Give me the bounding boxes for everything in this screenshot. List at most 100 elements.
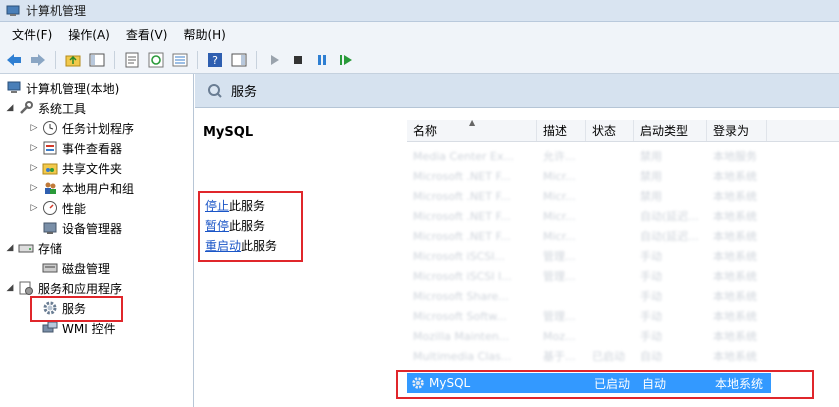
services-apps-icon xyxy=(18,280,34,296)
collapsed-arrow-icon[interactable]: ▷ xyxy=(28,203,40,213)
properties-button[interactable] xyxy=(122,50,142,70)
console-tree-icon xyxy=(89,53,105,66)
collapsed-arrow-icon[interactable]: ▷ xyxy=(28,123,40,133)
column-label: 登录为 xyxy=(713,124,750,138)
table-row[interactable]: Multimedia Clas... 基于... 已启动 自动 本地系统 xyxy=(407,346,839,366)
back-button[interactable] xyxy=(4,50,24,70)
column-label: 描述 xyxy=(543,124,568,138)
menu-help[interactable]: 帮助(H) xyxy=(175,24,233,45)
stop-service-link[interactable]: 停止 xyxy=(205,199,229,213)
restart-service-button[interactable] xyxy=(336,50,356,70)
up-level-button[interactable] xyxy=(63,50,83,70)
restart-icon xyxy=(340,54,352,65)
action-suffix: 此服务 xyxy=(229,219,266,233)
shared-folder-icon xyxy=(42,160,58,176)
table-row[interactable]: Microsoft .NET F... Micr... 禁用 本地系统 xyxy=(407,166,839,186)
column-header-logon[interactable]: 登录为 xyxy=(707,120,767,141)
show-action-pane-button[interactable] xyxy=(229,50,249,70)
tree-item-label: 磁盘管理 xyxy=(62,261,111,276)
restart-service-link[interactable]: 重启动 xyxy=(205,239,241,253)
performance-gauge-icon xyxy=(42,200,58,216)
stop-service-action: 停止此服务 xyxy=(205,197,265,214)
pause-service-button[interactable] xyxy=(312,50,332,70)
refresh-button[interactable] xyxy=(146,50,166,70)
table-row[interactable]: Media Center Ex... 允许... 禁用 本地服务 xyxy=(407,146,839,166)
tree-item-label: 设备管理器 xyxy=(62,221,123,236)
action-pane-icon xyxy=(231,53,247,66)
cell-desc: Micr... xyxy=(543,209,576,223)
mysql-row-highlight-box xyxy=(396,370,814,399)
forward-button[interactable] xyxy=(28,50,48,70)
column-header-description[interactable]: 描述 xyxy=(537,120,586,141)
collapsed-arrow-icon[interactable]: ▷ xyxy=(28,163,40,173)
tree-root[interactable]: 计算机管理(本地) xyxy=(0,78,193,98)
cell-logon: 本地系统 xyxy=(713,310,757,323)
cell-type: 自动 xyxy=(640,350,662,363)
cell-type: 手动 xyxy=(640,270,662,283)
services-list: ▲ 名称 描述 状态 启动类型 登录为 Media Center Ex... 允许… xyxy=(407,108,839,407)
cell-name: Mozilla Mainten... xyxy=(413,329,510,343)
cell-type: 手动 xyxy=(640,250,662,263)
tree-item-label: WMI 控件 xyxy=(62,321,116,336)
tree-item-storage[interactable]: ◢ 存储 xyxy=(0,238,193,258)
start-service-button[interactable] xyxy=(264,50,284,70)
tree-item-shared-folders[interactable]: ▷ 共享文件夹 xyxy=(0,158,193,178)
toolbar-separator xyxy=(114,50,115,69)
table-row[interactable]: Microsoft Softw... 管理... 手动 本地系统 xyxy=(407,306,839,326)
cell-desc: Micr... xyxy=(543,229,576,243)
column-header-startup-type[interactable]: 启动类型 xyxy=(634,120,707,141)
pane-title: 服务 xyxy=(231,85,258,100)
tree-item-system-tools[interactable]: ◢ 系统工具 xyxy=(0,98,193,118)
stop-service-button[interactable] xyxy=(288,50,308,70)
services-highlight-box xyxy=(30,296,123,322)
cell-logon: 本地系统 xyxy=(713,270,757,283)
collapsed-arrow-icon[interactable]: ▷ xyxy=(28,143,40,153)
tree-item-services-apps[interactable]: ◢ 服务和应用程序 xyxy=(0,278,193,298)
table-row[interactable]: Microsoft iSCSI... 管理... 手动 本地系统 xyxy=(407,246,839,266)
services-pane: 服务 MySQL 停止此服务 暂停此服务 重启动此服务 ▲ 名称 描述 状态 启… xyxy=(195,74,839,407)
cell-type: 手动 xyxy=(640,290,662,303)
column-header-name[interactable]: ▲ 名称 xyxy=(407,118,537,141)
table-row[interactable]: Microsoft iSCSI I... 管理... 手动 本地系统 xyxy=(407,266,839,286)
cell-name: Microsoft iSCSI I... xyxy=(413,269,512,283)
table-row[interactable]: Mozilla Mainten... Moz... 手动 本地系统 xyxy=(407,326,839,346)
list-header: ▲ 名称 描述 状态 启动类型 登录为 xyxy=(407,118,839,142)
title-bar: 计算机管理 xyxy=(0,0,839,22)
help-button[interactable]: ? xyxy=(205,50,225,70)
table-row[interactable]: Microsoft Share... 手动 本地系统 xyxy=(407,286,839,306)
tree-item-local-users[interactable]: ▷ 本地用户和组 xyxy=(0,178,193,198)
sort-ascending-icon: ▲ xyxy=(469,118,476,127)
cell-desc: Micr... xyxy=(543,189,576,203)
cell-desc: Micr... xyxy=(543,169,576,183)
cell-desc: 管理... xyxy=(543,310,576,323)
tree-item-disk-management[interactable]: 磁盘管理 xyxy=(0,258,193,278)
pause-service-link[interactable]: 暂停 xyxy=(205,219,229,233)
expanded-arrow-icon[interactable]: ◢ xyxy=(4,283,16,293)
tree-item-device-manager[interactable]: 设备管理器 xyxy=(0,218,193,238)
column-header-status[interactable]: 状态 xyxy=(586,120,634,141)
cell-logon: 本地系统 xyxy=(713,230,757,243)
tree-item-task-scheduler[interactable]: ▷ 任务计划程序 xyxy=(0,118,193,138)
cell-name: Microsoft Share... xyxy=(413,289,509,303)
tree-item-performance[interactable]: ▷ 性能 xyxy=(0,198,193,218)
table-row[interactable]: Microsoft .NET F... Micr... 自动(延迟... 本地系统 xyxy=(407,206,839,226)
cell-logon: 本地系统 xyxy=(713,290,757,303)
menu-action[interactable]: 操作(A) xyxy=(60,24,118,45)
tree-root-label: 计算机管理(本地) xyxy=(26,81,120,96)
cell-desc: 允许... xyxy=(543,150,576,163)
collapsed-arrow-icon[interactable]: ▷ xyxy=(28,183,40,193)
menu-file[interactable]: 文件(F) xyxy=(4,24,60,45)
window-title: 计算机管理 xyxy=(26,4,87,18)
tree-item-event-viewer[interactable]: ▷ 事件查看器 xyxy=(0,138,193,158)
expanded-arrow-icon[interactable]: ◢ xyxy=(4,103,16,113)
cell-name: Microsoft .NET F... xyxy=(413,229,511,243)
show-hide-tree-button[interactable] xyxy=(87,50,107,70)
export-list-button[interactable] xyxy=(170,50,190,70)
menu-view[interactable]: 查看(V) xyxy=(118,24,176,45)
tree-item-label: 系统工具 xyxy=(38,101,87,116)
svg-text:?: ? xyxy=(212,54,218,67)
expanded-arrow-icon[interactable]: ◢ xyxy=(4,243,16,253)
action-suffix: 此服务 xyxy=(229,199,266,213)
table-row[interactable]: Microsoft .NET F... Micr... 自动(延迟... 本地系统 xyxy=(407,226,839,246)
table-row[interactable]: Microsoft .NET F... Micr... 禁用 本地系统 xyxy=(407,186,839,206)
